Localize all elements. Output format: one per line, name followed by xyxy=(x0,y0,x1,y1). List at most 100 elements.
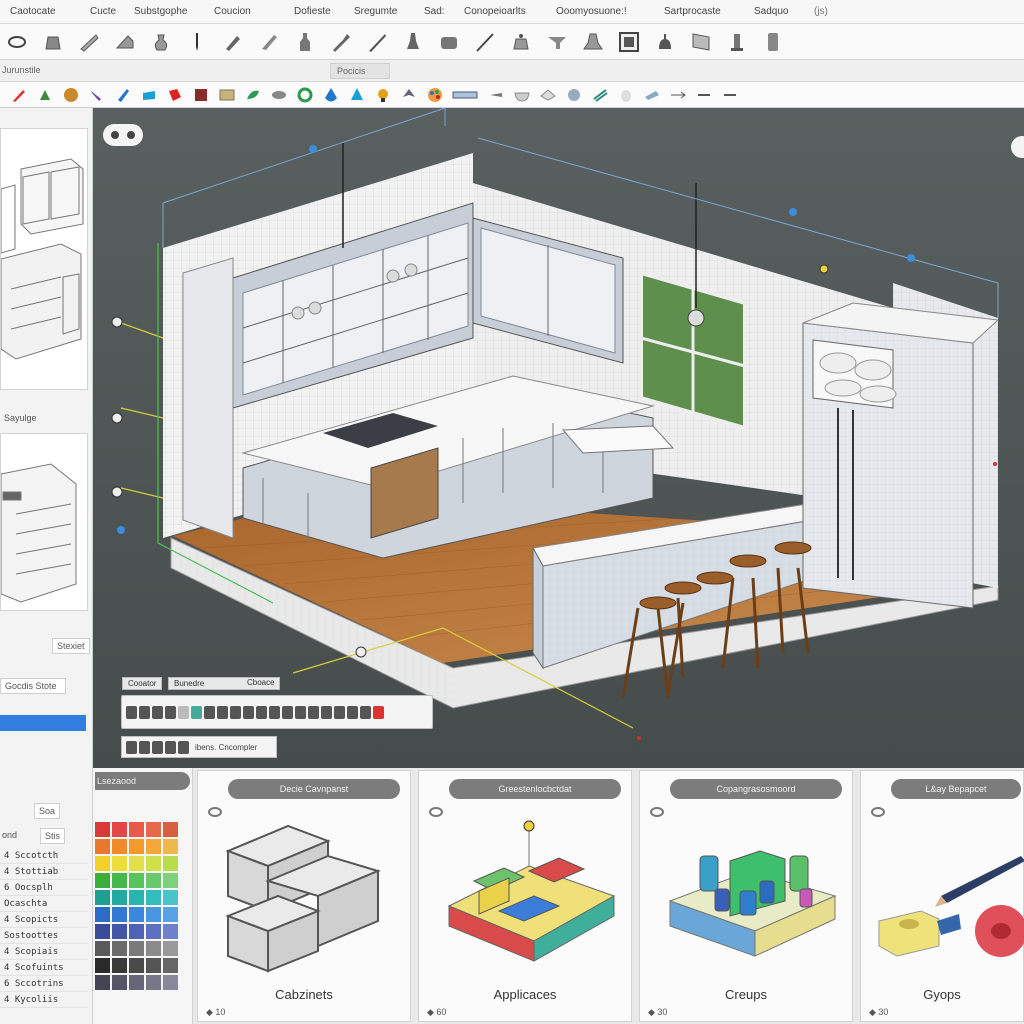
color-swatch[interactable] xyxy=(146,873,161,888)
tool-icon[interactable] xyxy=(373,705,384,719)
tool-icon[interactable] xyxy=(282,705,293,719)
tool-icon[interactable] xyxy=(334,705,345,719)
card-groups[interactable]: Copangrasosmoord Creups ◆ 30 xyxy=(639,770,853,1022)
color-swatch[interactable] xyxy=(129,907,144,922)
menu-item-2[interactable]: Substgophe xyxy=(124,6,204,17)
tool-icon[interactable] xyxy=(217,705,228,719)
faucet-icon[interactable] xyxy=(542,28,572,56)
color-swatch[interactable] xyxy=(163,839,178,854)
color-swatch[interactable] xyxy=(112,958,127,973)
color-swatch[interactable] xyxy=(112,822,127,837)
color-swatch[interactable] xyxy=(112,890,127,905)
color-swatch[interactable] xyxy=(129,924,144,939)
tool-icon[interactable] xyxy=(152,705,163,719)
color-swatch[interactable] xyxy=(95,856,110,871)
color-swatch[interactable] xyxy=(95,975,110,990)
color-swatch[interactable] xyxy=(112,856,127,871)
color-swatch[interactable] xyxy=(163,890,178,905)
list-item[interactable]: 4 Scopiais xyxy=(0,944,88,960)
shell-icon[interactable] xyxy=(60,85,81,105)
book-icon[interactable] xyxy=(190,85,211,105)
vase-icon[interactable] xyxy=(146,28,176,56)
panel-icon[interactable] xyxy=(686,28,716,56)
color-swatch[interactable] xyxy=(146,890,161,905)
list-item[interactable]: Sostoottes xyxy=(0,928,88,944)
list-item[interactable]: 6 Oocsplh xyxy=(0,880,88,896)
menu-item-6[interactable]: Sad: xyxy=(414,6,454,17)
list-item[interactable]: 4 Stottiab xyxy=(0,864,88,880)
list-item[interactable]: 4 Kycoliis xyxy=(0,992,88,1008)
color-swatch[interactable] xyxy=(129,822,144,837)
tool-icon[interactable] xyxy=(256,705,267,719)
color-swatch[interactable] xyxy=(146,924,161,939)
list-item[interactable]: 4 Scopicts xyxy=(0,912,88,928)
color-swatch[interactable] xyxy=(163,822,178,837)
bulb-icon[interactable] xyxy=(372,85,393,105)
color-swatch[interactable] xyxy=(112,975,127,990)
color-swatch[interactable] xyxy=(146,941,161,956)
tool-icon[interactable] xyxy=(165,705,176,719)
list-item[interactable]: 4 Sccotcth xyxy=(0,848,88,864)
tool-icon[interactable] xyxy=(347,705,358,719)
pencil-icon[interactable] xyxy=(8,85,29,105)
pen-icon[interactable] xyxy=(182,28,212,56)
tab-choose[interactable]: Cboace xyxy=(242,677,280,688)
tool-icon[interactable] xyxy=(126,740,137,754)
color-swatch[interactable] xyxy=(112,924,127,939)
tool-icon[interactable] xyxy=(152,740,163,754)
tool-icon[interactable] xyxy=(204,705,215,719)
line-icon[interactable] xyxy=(470,28,500,56)
minus-icon[interactable] xyxy=(719,85,740,105)
tool-icon[interactable] xyxy=(165,740,176,754)
tool-icon[interactable] xyxy=(360,705,371,719)
tool-icon[interactable] xyxy=(126,705,137,719)
color-swatch[interactable] xyxy=(95,822,110,837)
card-appliances[interactable]: Greestenlocbctdat Applicaces ◆ 60 xyxy=(418,770,632,1022)
list-item[interactable]: 6 Sccotrins xyxy=(0,976,88,992)
kettle-icon[interactable] xyxy=(506,28,536,56)
tool-icon[interactable] xyxy=(178,740,189,754)
ruler-icon[interactable] xyxy=(74,28,104,56)
marker-icon[interactable] xyxy=(218,28,248,56)
bucket-icon[interactable] xyxy=(38,28,68,56)
wand-icon[interactable] xyxy=(86,85,107,105)
ring-icon[interactable] xyxy=(294,85,315,105)
spatula-icon[interactable] xyxy=(326,28,356,56)
color-swatch[interactable] xyxy=(112,839,127,854)
menu-item-9[interactable]: Sartprocaste xyxy=(654,6,744,17)
shape-icon[interactable] xyxy=(34,85,55,105)
color-swatch[interactable] xyxy=(95,890,110,905)
tool-icon[interactable] xyxy=(243,705,254,719)
ball-icon[interactable] xyxy=(563,85,584,105)
crane-icon[interactable] xyxy=(485,85,506,105)
thumbnail-range[interactable] xyxy=(0,433,88,611)
color-swatch[interactable] xyxy=(163,941,178,956)
tool-icon[interactable] xyxy=(295,705,306,719)
wedge-icon[interactable] xyxy=(110,28,140,56)
list-item[interactable]: 4 Scofuints xyxy=(0,960,88,976)
brush-icon[interactable] xyxy=(254,28,284,56)
menu-item-4[interactable]: Dofieste xyxy=(284,6,344,17)
pin-icon[interactable] xyxy=(164,85,185,105)
magnet-icon[interactable] xyxy=(112,85,133,105)
color-swatch[interactable] xyxy=(112,873,127,888)
pot-icon[interactable] xyxy=(434,28,464,56)
color-swatch[interactable] xyxy=(129,839,144,854)
rail-icon[interactable] xyxy=(450,85,480,105)
color-swatch[interactable] xyxy=(95,958,110,973)
thumbnail-cabinets[interactable] xyxy=(0,128,88,390)
color-swatch[interactable] xyxy=(95,907,110,922)
tab-creator[interactable]: Cooator xyxy=(122,677,163,690)
menu-item-10[interactable]: Sadquo xyxy=(744,6,804,17)
leaf-icon[interactable] xyxy=(242,85,263,105)
drop-icon[interactable] xyxy=(320,85,341,105)
color-swatch[interactable] xyxy=(163,873,178,888)
bird-icon[interactable] xyxy=(398,85,419,105)
menu-item-1[interactable]: Cucte xyxy=(80,6,124,17)
color-swatch[interactable] xyxy=(163,958,178,973)
lamp-icon[interactable] xyxy=(398,28,428,56)
block-icon[interactable] xyxy=(758,28,788,56)
hood-icon[interactable] xyxy=(578,28,608,56)
tool-icon[interactable] xyxy=(269,705,280,719)
color-swatch[interactable] xyxy=(146,839,161,854)
